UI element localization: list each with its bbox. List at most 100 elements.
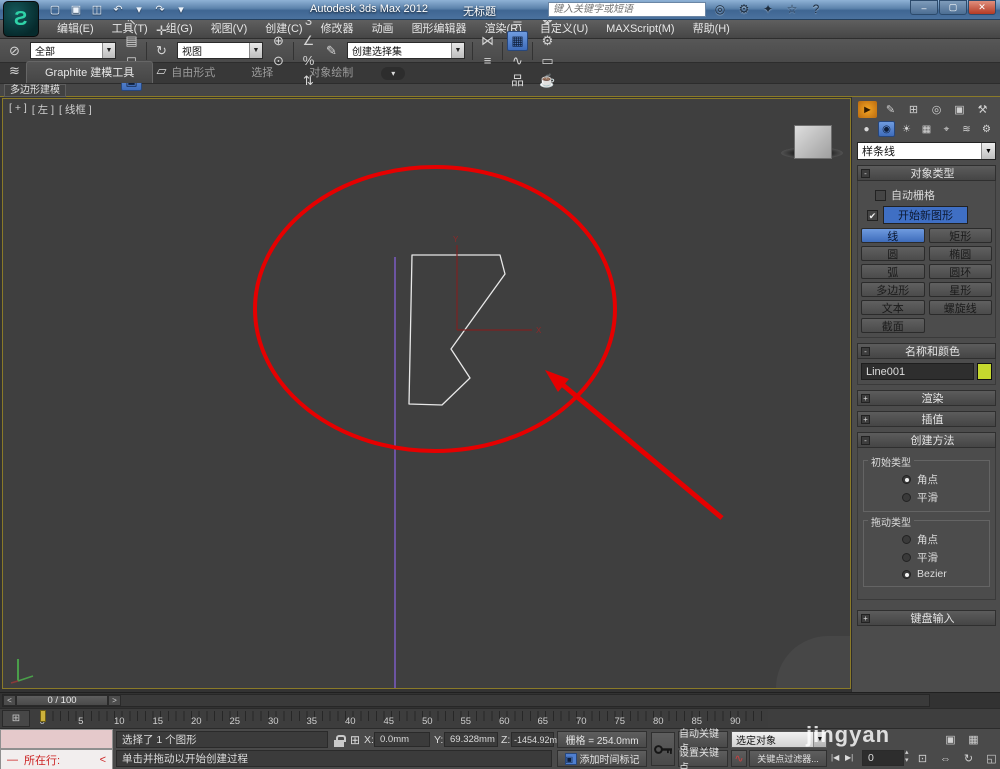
viewcube[interactable] xyxy=(794,125,832,159)
viewport-view-menu[interactable]: [ 左 ] xyxy=(32,102,54,117)
drag-type-radio[interactable]: 平滑 xyxy=(902,550,985,565)
lights-category[interactable]: ☀ xyxy=(898,121,915,137)
zoom-region-icon[interactable]: ⊡ xyxy=(912,750,933,767)
z-coordinate-field[interactable]: -1454.92m xyxy=(511,732,557,747)
modify-tab[interactable]: ✎ xyxy=(881,101,900,118)
render-setup-icon[interactable]: ⚙ xyxy=(537,31,558,51)
shape-button[interactable]: 截面 xyxy=(861,318,925,333)
new-key-curve-icon[interactable]: ∿ xyxy=(731,750,747,767)
communication-icon[interactable]: ✦ xyxy=(760,2,776,16)
shape-button[interactable]: 弧 xyxy=(861,264,925,279)
ribbon-tab[interactable]: 选择 xyxy=(233,62,291,83)
ribbon-tab[interactable]: Graphite 建模工具 xyxy=(26,61,154,83)
angle-snap-icon[interactable]: ∠ xyxy=(298,31,319,51)
key-mode-toggle-button[interactable] xyxy=(651,732,675,766)
keyboard-override-icon[interactable]: ✎ xyxy=(321,41,342,61)
bind-to-space-warp-icon[interactable]: ≋ xyxy=(4,61,25,81)
object-color-swatch[interactable] xyxy=(977,363,992,380)
shape-button[interactable]: 线 xyxy=(861,228,925,243)
help-icon[interactable]: ? xyxy=(808,2,824,16)
use-pivot-center-icon[interactable]: ⊕ xyxy=(268,31,289,51)
next-frame-button[interactable]: > xyxy=(108,695,121,706)
time-slider-grip[interactable]: 0 / 100 xyxy=(16,695,108,706)
wrench-icon[interactable]: ⚙ xyxy=(736,2,752,16)
ribbon-collapse-icon[interactable]: ▾ xyxy=(381,67,406,80)
schematic-view-icon[interactable]: 品 xyxy=(507,71,528,91)
hierarchy-tab[interactable]: ⊞ xyxy=(904,101,923,118)
rendered-frame-icon[interactable]: ▭ xyxy=(537,51,558,71)
x-coordinate-field[interactable]: 0.0mm xyxy=(374,732,430,747)
isolate-selection-icon[interactable]: ▣ xyxy=(564,752,577,765)
ribbon-tab[interactable]: 自由形式 xyxy=(153,62,233,83)
open-file-icon[interactable]: ▣ xyxy=(67,2,85,17)
shape-button[interactable]: 圆 xyxy=(861,246,925,261)
current-frame-marker[interactable] xyxy=(40,710,46,722)
select-and-move-icon[interactable]: ✛ xyxy=(151,21,172,41)
keyboard-entry-rollout-header[interactable]: + 键盘输入 xyxy=(857,610,996,626)
selection-filter-dropdown[interactable]: 全部 ▼ xyxy=(30,42,116,59)
add-time-tag-button[interactable]: ▣ 添加时间标记 xyxy=(557,750,647,767)
key-filters-button[interactable]: 关键点过滤器... xyxy=(749,750,827,767)
menu-item[interactable]: 编辑(E) xyxy=(48,20,103,38)
redo-icon[interactable]: ↷ xyxy=(151,2,169,17)
pan-icon[interactable]: ⇔ xyxy=(935,750,956,767)
curve-editor-icon[interactable]: ∿ xyxy=(507,51,528,71)
mirror-icon[interactable]: ⋈ xyxy=(477,31,498,51)
undo-caret-icon[interactable]: ▾ xyxy=(130,2,148,17)
drag-type-radio[interactable]: Bezier xyxy=(902,568,985,580)
shape-button[interactable]: 多边形 xyxy=(861,282,925,297)
polygon-modeling-panel[interactable]: 多边形建模 xyxy=(4,83,66,97)
reference-coordinate-dropdown[interactable]: 视图 ▼ xyxy=(177,42,263,59)
frame-spinner[interactable]: ▴ ▾ xyxy=(905,749,909,765)
drag-type-radio[interactable]: 角点 xyxy=(902,532,985,547)
initial-type-radio[interactable]: 角点 xyxy=(902,472,985,487)
menu-item[interactable]: 视图(V) xyxy=(202,20,257,38)
shapes-category[interactable]: ◉ xyxy=(878,121,895,137)
interpolation-rollout-header[interactable]: + 插值 xyxy=(857,411,996,427)
zoom-extents-all-icon[interactable]: ▦ xyxy=(963,731,984,748)
align-icon[interactable]: ≡ xyxy=(477,51,498,71)
menu-item[interactable]: 修改器 xyxy=(312,20,363,38)
minimize-button[interactable]: ‒ xyxy=(910,0,938,15)
viewport-nav-menu[interactable]: [ + ] xyxy=(9,102,27,117)
menu-item[interactable]: 帮助(H) xyxy=(684,20,739,38)
helpers-category[interactable]: ⌖ xyxy=(938,121,955,137)
start-new-shape-label[interactable]: 开始新图形 xyxy=(883,206,968,224)
unlink-selection-icon[interactable]: ⊘ xyxy=(4,41,25,61)
creation-method-rollout-header[interactable]: - 创建方法 xyxy=(857,432,996,448)
select-and-rotate-icon[interactable]: ↻ xyxy=(151,41,172,61)
next-key-button[interactable]: ▶| xyxy=(845,753,853,762)
menu-item[interactable]: MAXScript(M) xyxy=(597,20,683,38)
rendering-rollout-header[interactable]: + 渲染 xyxy=(857,390,996,406)
maximize-button[interactable]: ▢ xyxy=(939,0,967,15)
undo-icon[interactable]: ↶ xyxy=(109,2,127,17)
shape-button[interactable]: 圆环 xyxy=(928,264,992,279)
object-type-rollout-header[interactable]: - 对象类型 xyxy=(857,165,996,181)
graphite-toggle-icon[interactable]: ▦ xyxy=(507,30,528,51)
maximize-viewport-icon[interactable]: ◱ xyxy=(981,750,1000,767)
cameras-category[interactable]: ▦ xyxy=(918,121,935,137)
spacewarps-category[interactable]: ≋ xyxy=(958,121,975,137)
new-file-icon[interactable]: ▢ xyxy=(46,2,64,17)
y-coordinate-field[interactable]: 69.328mm xyxy=(444,732,498,747)
named-selection-sets-dropdown[interactable]: 创建选择集 ▼ xyxy=(347,42,465,59)
utilities-tab[interactable]: ⚒ xyxy=(973,101,992,118)
menu-item[interactable]: 图形编辑器 xyxy=(403,20,476,38)
absolute-mode-icon[interactable]: ⊞ xyxy=(350,733,360,747)
name-color-rollout-header[interactable]: - 名称和颜色 xyxy=(857,343,996,359)
orbit-icon[interactable]: ↻ xyxy=(958,750,979,767)
viewport-shading-menu[interactable]: [ 线框 ] xyxy=(59,102,92,117)
search-icon[interactable]: ◎ xyxy=(712,2,728,16)
ribbon-tab[interactable]: 对象绘制 xyxy=(291,62,371,83)
left-viewport[interactable]: [ + ] [ 左 ] [ 线框 ] Y X xyxy=(2,98,851,689)
set-key-button[interactable]: 设置关键点 xyxy=(678,748,728,769)
shape-button[interactable]: 矩形 xyxy=(928,228,992,243)
maxscript-mini-listener[interactable] xyxy=(0,729,113,749)
autogrid-checkbox[interactable] xyxy=(875,189,886,201)
shape-button[interactable]: 椭圆 xyxy=(928,246,992,261)
motion-tab[interactable]: ◎ xyxy=(927,101,946,118)
object-name-field[interactable]: Line001 xyxy=(861,363,974,380)
search-input[interactable] xyxy=(548,2,706,17)
menu-item[interactable]: 动画 xyxy=(363,20,403,38)
current-frame-field[interactable]: 0 xyxy=(862,750,904,766)
